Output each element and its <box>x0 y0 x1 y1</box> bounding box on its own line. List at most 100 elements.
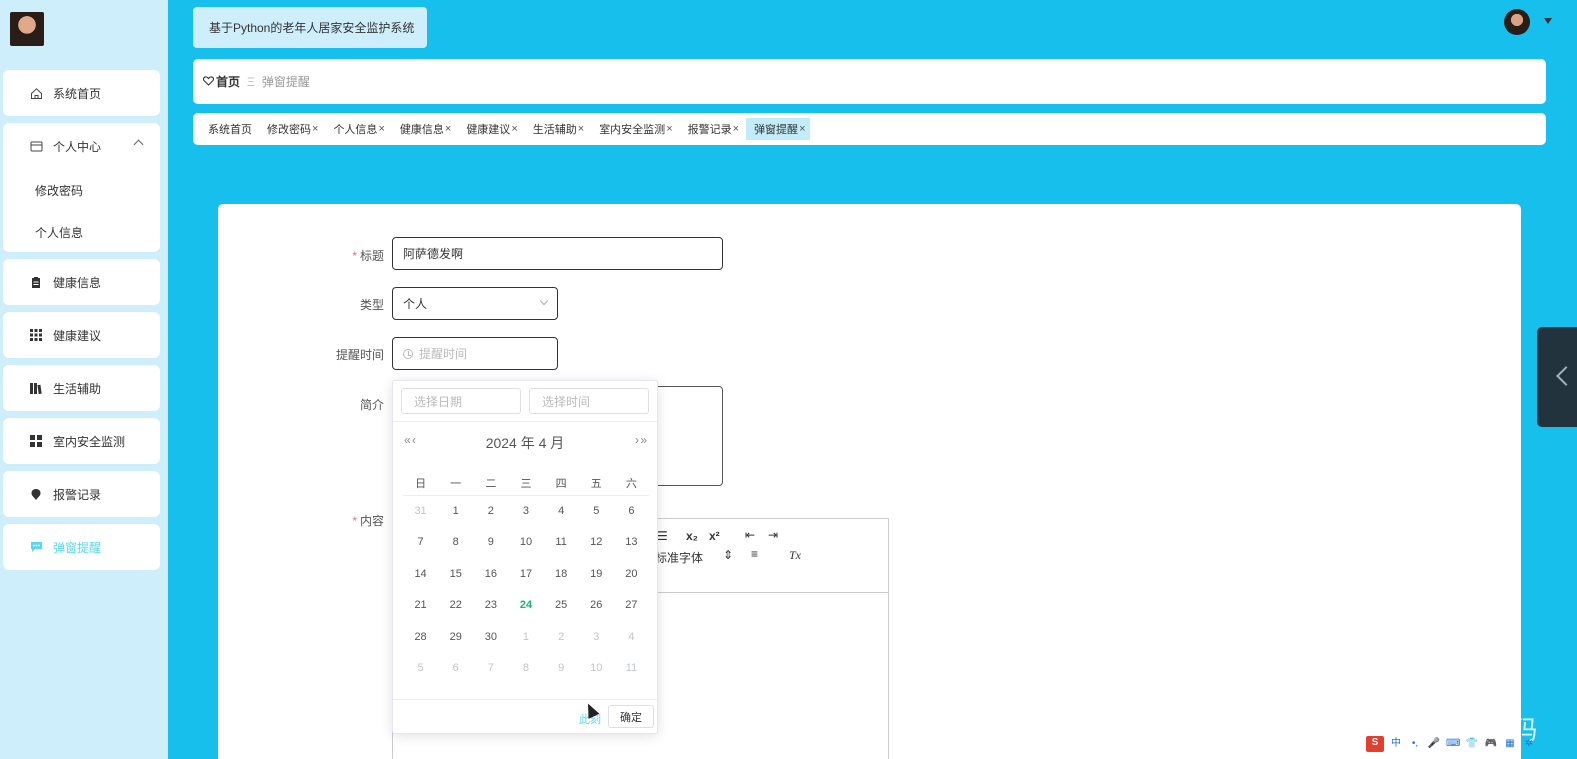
time-input[interactable]: 提醒时间 <box>392 337 558 370</box>
calendar-day[interactable]: 10 <box>579 653 614 685</box>
tab-2[interactable]: 个人信息 × <box>325 118 388 140</box>
calendar-day[interactable]: 1 <box>508 621 543 653</box>
list-button[interactable]: ☰ <box>657 529 668 543</box>
close-icon[interactable]: × <box>666 123 672 135</box>
tab-7[interactable]: 报警记录 × <box>680 118 743 140</box>
calendar-day[interactable]: 6 <box>438 653 473 685</box>
user-avatar[interactable] <box>1504 9 1530 35</box>
calendar-day[interactable]: 1 <box>438 495 473 527</box>
calendar-day[interactable]: 3 <box>579 621 614 653</box>
calendar-day[interactable]: 14 <box>403 558 438 590</box>
confirm-button[interactable]: 确定 <box>608 705 654 728</box>
close-icon[interactable]: × <box>312 123 318 135</box>
date-picker-date-input[interactable]: 选择日期 <box>401 388 521 414</box>
title-input[interactable]: 阿萨德发啊 <box>392 237 723 270</box>
next-month-year-button[interactable]: › » <box>635 433 647 447</box>
calendar-day[interactable]: 7 <box>403 527 438 559</box>
calendar-day[interactable]: 29 <box>438 621 473 653</box>
sidebar-item-popup-reminder[interactable]: 弹窗提醒 <box>3 524 160 570</box>
sidebar-item-health-info[interactable]: 健康信息 <box>3 259 160 305</box>
drawer-handle[interactable] <box>1537 327 1577 427</box>
calendar-day[interactable]: 5 <box>403 653 438 685</box>
caret-down-icon[interactable] <box>1544 18 1552 24</box>
calendar-day[interactable]: 13 <box>614 527 649 559</box>
breadcrumb-current: 弹窗提醒 <box>261 75 310 89</box>
calendar-day[interactable]: 2 <box>473 495 508 527</box>
calendar-day[interactable]: 21 <box>403 590 438 622</box>
ime-chinese-icon[interactable]: 中 <box>1389 737 1403 751</box>
tab-0[interactable]: 系统首页 <box>200 118 256 140</box>
calendar-day[interactable]: 8 <box>508 653 543 685</box>
grid-icon <box>29 328 43 342</box>
subscript-button[interactable]: x₂ <box>686 529 698 543</box>
ime-punctuation-icon[interactable]: •, <box>1408 737 1422 751</box>
sidebar-item-home[interactable]: 系统首页 <box>3 70 160 116</box>
calendar-day[interactable]: 5 <box>579 495 614 527</box>
tab-5[interactable]: 生活辅助 × <box>525 118 588 140</box>
sidebar-item-life-assist[interactable]: 生活辅助 <box>3 365 160 411</box>
sidebar-subitem-personal-info[interactable]: 个人信息 <box>3 211 160 253</box>
date-picker-time-input[interactable]: 选择时间 <box>529 388 649 414</box>
font-select[interactable]: 标准字体 <box>655 549 703 566</box>
calendar-day[interactable]: 9 <box>544 653 579 685</box>
calendar-day[interactable]: 9 <box>473 527 508 559</box>
breadcrumb-home[interactable]: 首页 <box>202 73 240 90</box>
type-select[interactable]: 个人 <box>392 287 558 320</box>
sidebar-item-indoor-monitor[interactable]: 室内安全监测 <box>3 418 160 464</box>
calendar-day[interactable]: 20 <box>614 558 649 590</box>
calendar-day[interactable]: 12 <box>579 527 614 559</box>
calendar-day[interactable]: 18 <box>544 558 579 590</box>
sidebar-item-personal-center[interactable]: 个人中心 <box>3 123 160 169</box>
calendar-day[interactable]: 4 <box>544 495 579 527</box>
skin-icon[interactable]: 👕 <box>1465 737 1479 751</box>
calendar-day[interactable]: 3 <box>508 495 543 527</box>
clear-format-button[interactable]: Tx <box>789 548 801 563</box>
gamepad-icon[interactable]: 🎮 <box>1484 737 1498 751</box>
align-button[interactable]: ≡ <box>751 547 758 561</box>
close-icon[interactable]: × <box>733 123 739 135</box>
settings-icon[interactable]: ✲ <box>1522 737 1536 751</box>
calendar-day[interactable]: 11 <box>544 527 579 559</box>
close-icon[interactable]: × <box>799 123 805 135</box>
calendar-day[interactable]: 23 <box>473 590 508 622</box>
calendar-day[interactable]: 7 <box>473 653 508 685</box>
outdent-button[interactable]: ⇤ <box>745 528 755 542</box>
tab-label: 健康建议 <box>466 124 511 136</box>
calendar-day[interactable]: 16 <box>473 558 508 590</box>
calendar-day[interactable]: 6 <box>614 495 649 527</box>
tab-3[interactable]: 健康信息 × <box>392 118 455 140</box>
close-icon[interactable]: × <box>578 123 584 135</box>
indent-button[interactable]: ⇥ <box>768 528 778 542</box>
calendar-day[interactable]: 31 <box>403 495 438 527</box>
sidebar-subitem-change-password[interactable]: 修改密码 <box>3 169 160 211</box>
close-icon[interactable]: × <box>445 123 451 135</box>
calendar-day[interactable]: 10 <box>508 527 543 559</box>
calendar-day[interactable]: 30 <box>473 621 508 653</box>
tab-label: 生活辅助 <box>532 124 577 136</box>
calendar-day[interactable]: 22 <box>438 590 473 622</box>
tab-6[interactable]: 室内安全监测 × <box>591 118 676 140</box>
calendar-day[interactable]: 2 <box>544 621 579 653</box>
superscript-button[interactable]: x² <box>709 529 720 543</box>
tab-1[interactable]: 修改密码 × <box>259 118 322 140</box>
calendar-day[interactable]: 15 <box>438 558 473 590</box>
calendar-day[interactable]: 8 <box>438 527 473 559</box>
calendar-day[interactable]: 26 <box>579 590 614 622</box>
tab-4[interactable]: 健康建议 × <box>458 118 521 140</box>
sidebar-item-health-advice[interactable]: 健康建议 <box>3 312 160 358</box>
calendar-day[interactable]: 4 <box>614 621 649 653</box>
tab-8[interactable]: 弹窗提醒 × <box>746 118 810 140</box>
calendar-day[interactable]: 17 <box>508 558 543 590</box>
keyboard-icon[interactable]: ⌨ <box>1446 737 1460 751</box>
toolbox-icon[interactable]: ▦ <box>1503 737 1517 751</box>
microphone-icon[interactable]: 🎤 <box>1427 737 1441 751</box>
calendar-day[interactable]: 27 <box>614 590 649 622</box>
calendar-day[interactable]: 28 <box>403 621 438 653</box>
calendar-day-today[interactable]: 24 <box>508 590 543 622</box>
close-icon[interactable]: × <box>378 123 384 135</box>
sidebar-item-alarm-records[interactable]: 报警记录 <box>3 471 160 517</box>
calendar-day[interactable]: 11 <box>614 653 649 685</box>
close-icon[interactable]: × <box>511 123 517 135</box>
calendar-day[interactable]: 19 <box>579 558 614 590</box>
calendar-day[interactable]: 25 <box>544 590 579 622</box>
